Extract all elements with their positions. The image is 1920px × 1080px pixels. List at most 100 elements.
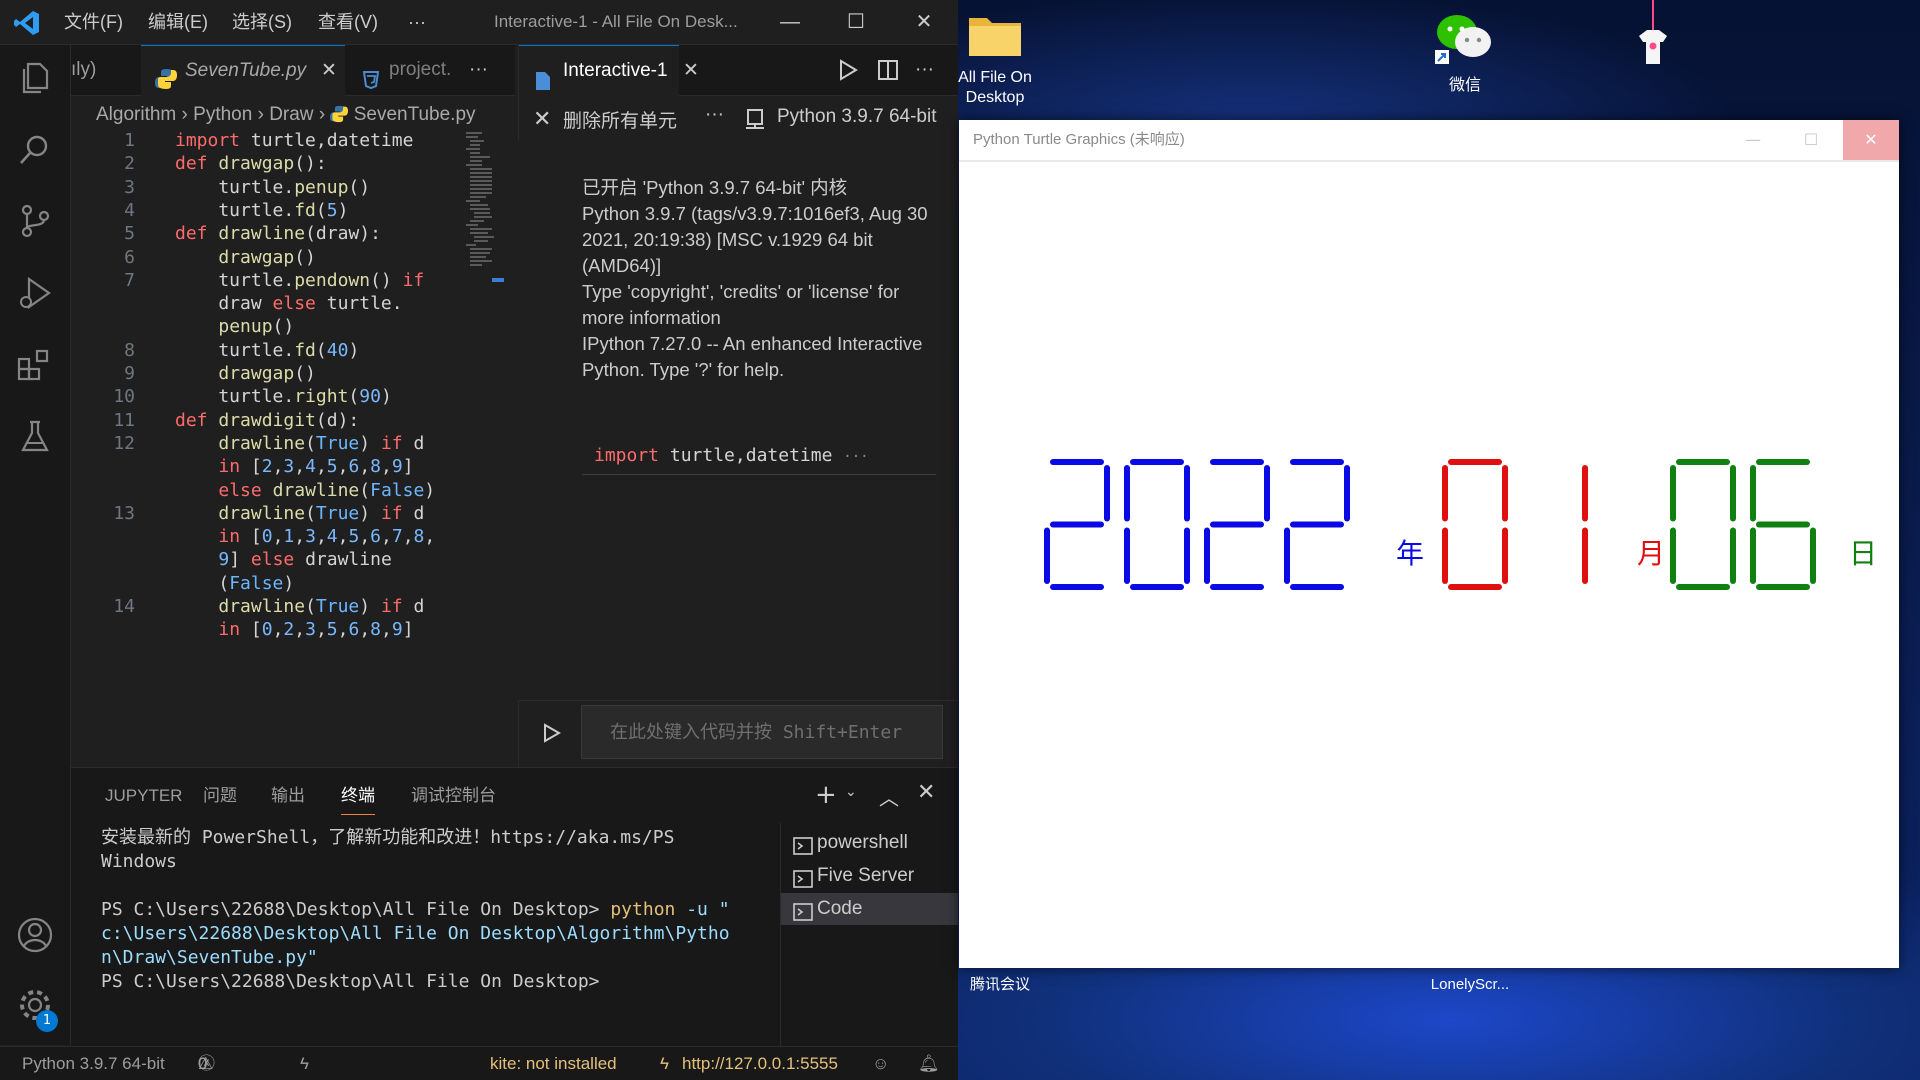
- tab-terminal[interactable]: 终端: [341, 778, 375, 815]
- clear-all-icon[interactable]: ✕: [533, 106, 551, 132]
- tab-debug-console[interactable]: 调试控制台: [411, 778, 496, 814]
- code-editor[interactable]: 1 import turtle,datetime 2 def drawgap(): 3 …: [71, 130, 515, 766]
- desktop-icon-folder[interactable]: All File On Desktop: [955, 10, 1035, 108]
- line-number: 1: [124, 130, 135, 151]
- testing-flask-icon[interactable]: [15, 417, 55, 457]
- account-icon[interactable]: [15, 915, 55, 955]
- tab-seventube[interactable]: SevenTube.py ✕: [141, 45, 345, 96]
- cell-collapsed-indicator[interactable]: ···: [843, 449, 868, 465]
- tab-output[interactable]: 输出: [271, 778, 305, 814]
- run-debug-icon[interactable]: [15, 273, 55, 313]
- window-title: Interactive-1 - All File On Desk...: [494, 12, 738, 31]
- warning-count: 0: [198, 1054, 208, 1073]
- search-icon[interactable]: [15, 130, 55, 170]
- turtle-canvas: [1044, 459, 1816, 590]
- terminal-item-powershell[interactable]: powershell: [781, 827, 958, 859]
- desktop-icon-label: LonelyScr...: [1430, 976, 1510, 993]
- output-line: more information: [582, 307, 721, 328]
- code-line: def drawline(draw):: [175, 223, 381, 245]
- desktop-icon-lonelyscreen[interactable]: LonelyScr...: [1415, 975, 1525, 995]
- kernel-icon: [745, 108, 765, 136]
- tab-close-icon[interactable]: ✕: [683, 46, 699, 96]
- run-icon[interactable]: [837, 59, 859, 85]
- breadcrumb-item[interactable]: Draw: [269, 104, 313, 125]
- turtle-close-button[interactable]: ✕: [1843, 120, 1899, 160]
- breadcrumb: Algorithm › Python › Draw › SevenTube.py: [96, 100, 476, 130]
- tab-jupyter[interactable]: JUPYTER: [105, 778, 182, 814]
- close-button[interactable]: ✕: [894, 0, 954, 44]
- extensions-icon[interactable]: [15, 345, 55, 385]
- more-actions-button[interactable]: ···: [915, 45, 934, 95]
- maximize-panel-icon[interactable]: ︿: [879, 782, 899, 811]
- month-label: 月: [1637, 537, 1666, 570]
- lightning-icon[interactable]: ϟ: [300, 1047, 309, 1080]
- maximize-button[interactable]: ☐: [826, 0, 886, 44]
- code-line: drawgap(): [218, 363, 316, 384]
- live-server-status[interactable]: http://127.0.0.1:5555: [682, 1047, 838, 1080]
- execute-icon[interactable]: [543, 723, 562, 747]
- tab-close-icon[interactable]: ✕: [321, 46, 337, 96]
- code-line: turtle.pendown() if: [175, 269, 425, 291]
- title-bar: 文件(F) 编辑(E) 选择(S) 查看(V) ··· Interactive-…: [0, 0, 958, 45]
- turtle-maximize-button[interactable]: ☐: [1783, 120, 1839, 160]
- line-number: 10: [113, 386, 135, 408]
- minimize-button[interactable]: —: [760, 0, 820, 44]
- interpreter-status[interactable]: Python 3.9.7 64-bit: [22, 1047, 165, 1080]
- line-number: 8: [124, 339, 135, 361]
- feedback-icon[interactable]: ☺: [872, 1047, 889, 1080]
- line-number: 9: [124, 363, 135, 384]
- menu-file[interactable]: 文件(F): [64, 0, 123, 44]
- split-editor-icon[interactable]: [877, 59, 899, 85]
- kite-status[interactable]: kite: not installed: [490, 1047, 617, 1080]
- kernel-selector[interactable]: Python 3.9.7 64-bit: [777, 106, 937, 128]
- terminal-item-five-server[interactable]: Five Server: [781, 860, 958, 892]
- turtle-title-bar: Python Turtle Graphics (未响应) — ☐ ✕: [959, 120, 1899, 162]
- close-panel-icon[interactable]: ✕: [917, 780, 935, 805]
- menu-view[interactable]: 查看(V): [318, 0, 378, 44]
- desktop-icon-wechat[interactable]: 微信: [1425, 10, 1505, 96]
- menu-edit[interactable]: 编辑(E): [148, 0, 208, 44]
- breadcrumb-item[interactable]: SevenTube.py: [354, 104, 476, 125]
- desktop-icon-tshirt[interactable]: [1626, 0, 1680, 82]
- desktop-icon-label: 微信: [1448, 77, 1481, 94]
- turtle-minimize-button[interactable]: —: [1725, 120, 1781, 160]
- notifications-bell-icon[interactable]: 🔔︎: [918, 1047, 940, 1080]
- tab-label: SevenTube.py: [185, 60, 307, 81]
- chevron-down-icon[interactable]: ⌄: [845, 784, 857, 800]
- menu-selection[interactable]: 选择(S): [232, 0, 292, 44]
- breadcrumb-item[interactable]: Python: [193, 104, 252, 125]
- source-control-icon[interactable]: [15, 201, 55, 241]
- terminal-line: PS C:\Users\22688\Desktop\All File On De…: [101, 971, 600, 992]
- menu-more[interactable]: ···: [408, 0, 426, 44]
- toolbar-more-button[interactable]: ···: [705, 104, 724, 126]
- code-input-field[interactable]: 在此处键入代码并按 Shift+Enter: [581, 705, 943, 759]
- terminal-line: 安装最新的 PowerShell，了解新功能和改进！https://aka.ms…: [101, 827, 675, 848]
- explorer-icon[interactable]: [15, 58, 55, 98]
- breadcrumb-separator: ›: [181, 104, 188, 125]
- tab-project[interactable]: project.: [347, 45, 457, 95]
- breadcrumb-item[interactable]: Algorithm: [96, 104, 176, 125]
- minimap[interactable]: [462, 130, 512, 300]
- terminal-output[interactable]: 安装最新的 PowerShell，了解新功能和改进！https://aka.ms…: [101, 826, 821, 994]
- tab-unnamed[interactable]: ıly): [71, 45, 139, 95]
- line-number: 5: [124, 223, 135, 245]
- tab-problems[interactable]: 问题: [203, 778, 237, 814]
- turtle-window: Python Turtle Graphics (未响应) — ☐ ✕ 年 月 日: [959, 120, 1899, 968]
- clear-all-cells-button[interactable]: 删除所有单元: [563, 106, 677, 133]
- tab-interactive[interactable]: Interactive-1 ✕: [519, 45, 699, 96]
- line-number: 2: [124, 153, 135, 175]
- code-cell[interactable]: import turtle,datetime ···: [582, 438, 936, 475]
- terminal-item-code[interactable]: Code: [781, 893, 958, 925]
- code-line: turtle.fd(5): [175, 199, 349, 221]
- terminal-item-label: powershell: [817, 832, 908, 853]
- terminal-line: n\Draw\SevenTube.py": [101, 947, 318, 968]
- desktop-icon-tencent-meeting[interactable]: 腾讯会议: [955, 975, 1045, 995]
- add-terminal-icon[interactable]: +: [815, 780, 837, 810]
- tshirt-app-icon: [1626, 0, 1680, 78]
- code-line: def drawdigit(d):: [175, 409, 360, 431]
- output-line: (AMD64)]: [582, 255, 662, 276]
- interactive-input: 在此处键入代码并按 Shift+Enter: [518, 700, 958, 767]
- code-line: draw else turtle.: [175, 293, 403, 315]
- tabs-more-button[interactable]: ···: [469, 45, 488, 95]
